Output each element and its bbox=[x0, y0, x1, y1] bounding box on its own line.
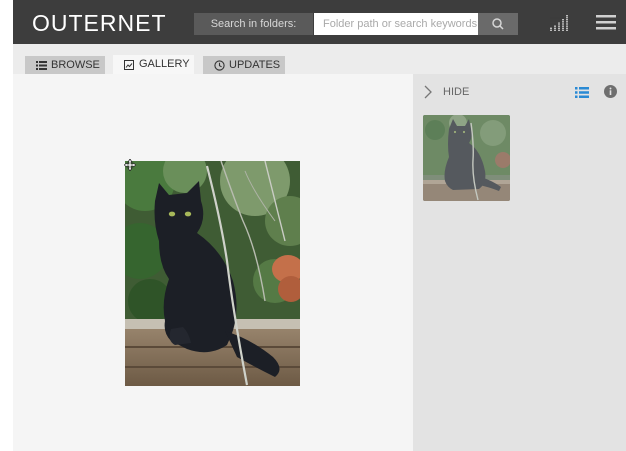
tab-updates[interactable]: UPDATES bbox=[203, 56, 285, 74]
search-input[interactable] bbox=[314, 13, 478, 35]
top-bar: OUTERNET Search in folders: bbox=[13, 0, 626, 44]
chevron-right-icon[interactable] bbox=[423, 84, 433, 100]
tab-gallery-label: GALLERY bbox=[139, 58, 190, 70]
gallery-sidepanel: HIDE bbox=[413, 74, 626, 451]
hide-panel-button[interactable]: HIDE bbox=[443, 86, 469, 98]
cat-thumbnail-image bbox=[423, 115, 510, 201]
list-icon bbox=[36, 61, 47, 70]
image-icon bbox=[124, 60, 134, 70]
hamburger-menu-icon[interactable] bbox=[596, 14, 616, 30]
info-icon[interactable] bbox=[604, 85, 617, 98]
tab-gallery[interactable]: GALLERY bbox=[113, 55, 194, 74]
clock-icon bbox=[214, 60, 225, 71]
signal-bars-icon[interactable] bbox=[549, 12, 569, 32]
tab-browse[interactable]: BROWSE bbox=[25, 56, 105, 74]
search-icon bbox=[492, 18, 504, 30]
cat-photo-image bbox=[125, 161, 300, 386]
search-button[interactable] bbox=[478, 13, 518, 35]
tab-browse-label: BROWSE bbox=[51, 59, 100, 71]
gallery-image[interactable] bbox=[125, 161, 300, 386]
tab-bar: BROWSE GALLERY UPDATES bbox=[13, 44, 626, 74]
tab-updates-label: UPDATES bbox=[229, 59, 281, 71]
search-label: Search in folders: bbox=[194, 13, 313, 35]
list-view-icon[interactable] bbox=[575, 87, 589, 98]
logo[interactable]: OUTERNET bbox=[32, 10, 167, 36]
app-window: OUTERNET Search in folders: Folder path … bbox=[13, 0, 626, 451]
move-cursor-icon bbox=[124, 159, 136, 171]
gallery-thumbnail[interactable] bbox=[423, 115, 510, 201]
